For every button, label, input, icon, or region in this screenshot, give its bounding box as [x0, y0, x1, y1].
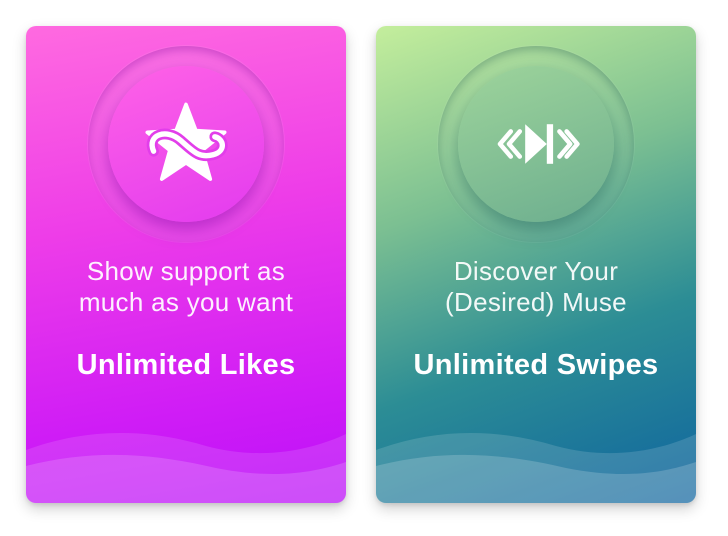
- icon-badge: [108, 66, 264, 222]
- wave-decoration: [376, 432, 696, 503]
- unlimited-likes-card[interactable]: Show support as much as you want Unlimit…: [26, 26, 346, 503]
- unlimited-swipes-card[interactable]: Discover Your (Desired) Muse Unlimited S…: [376, 26, 696, 503]
- card-tagline: Show support as much as you want: [78, 256, 294, 317]
- icon-ring-outer: [438, 46, 634, 242]
- icon-badge: [458, 66, 614, 222]
- card-title: Unlimited Likes: [76, 349, 296, 381]
- card-tagline: Discover Your (Desired) Muse: [445, 256, 627, 317]
- skip-forward-icon: [497, 124, 580, 164]
- icon-ring-outer: [88, 46, 284, 242]
- wave-decoration: [26, 432, 346, 503]
- card-title: Unlimited Swipes: [413, 349, 659, 381]
- infinity-star-icon: [145, 102, 228, 181]
